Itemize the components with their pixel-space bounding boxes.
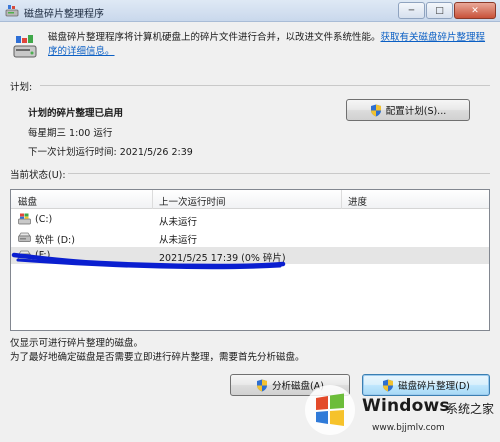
configure-schedule-label: 配置计划(S)... — [385, 106, 447, 117]
watermark-url: www.bjjmlv.com — [372, 423, 445, 433]
schedule-frequency: 每星期三 1:00 运行 — [28, 128, 113, 139]
window-title: 磁盘碎片整理程序 — [24, 9, 104, 20]
column-disk[interactable]: 磁盘 — [18, 194, 37, 208]
schedule-status: 计划的碎片整理已启用 — [28, 108, 124, 119]
description: 磁盘碎片整理程序将计算机硬盘上的碎片文件进行合并，以改进文件系统性能。获取有关磁… — [48, 31, 488, 59]
last-run: 2021/5/25 17:39 (0% 碎片) — [159, 253, 286, 264]
maximize-button[interactable]: □ — [426, 2, 453, 19]
window-controls: ─ □ ✕ — [397, 2, 496, 19]
watermark-cn: 系统之家 — [446, 402, 495, 416]
disk-name: (C:) — [35, 214, 53, 225]
table-row[interactable]: (C:) 从未运行 — [11, 211, 489, 228]
minimize-button[interactable]: ─ — [398, 2, 425, 19]
table-row[interactable]: 软件 (D:) 从未运行 — [11, 229, 489, 246]
footer-note-1: 仅显示可进行碎片整理的磁盘。 — [10, 338, 144, 349]
current-status-label: 当前状态(U): — [10, 170, 66, 181]
last-run: 从未运行 — [159, 235, 198, 246]
description-text: 磁盘碎片整理程序将计算机硬盘上的碎片文件进行合并，以改进文件系统性能。 — [48, 32, 381, 43]
last-run: 从未运行 — [159, 217, 198, 228]
disk-name: (F:) — [35, 250, 51, 261]
disk-name: 软件 (D:) — [35, 235, 75, 246]
disk-table: 磁盘 上一次运行时间 进度 (C:) 从未运行 软件 (D:) 从未运行 (F:… — [10, 189, 490, 331]
windows-logo-icon — [305, 385, 355, 435]
column-separator[interactable] — [152, 190, 153, 209]
schedule-next-run: 下一次计划运行时间: 2021/5/26 2:39 — [28, 147, 193, 158]
footer-note-2: 为了最好地确定磁盘是否需要立即进行碎片整理，需要首先分析磁盘。 — [10, 352, 305, 363]
hard-drive-icon — [18, 232, 31, 242]
column-separator[interactable] — [341, 190, 342, 209]
hard-drive-icon — [18, 250, 31, 260]
status-divider — [68, 173, 490, 174]
defrag-icon — [13, 35, 37, 58]
configure-schedule-button[interactable]: 配置计划(S)... — [346, 99, 470, 121]
title-bar: 磁盘碎片整理程序 ─ □ ✕ — [0, 0, 500, 22]
watermark-brand: Windows — [362, 396, 450, 416]
table-header: 磁盘 上一次运行时间 进度 — [11, 190, 489, 209]
schedule-divider — [40, 85, 490, 86]
uac-shield-icon — [257, 379, 268, 391]
close-button[interactable]: ✕ — [454, 2, 496, 19]
uac-shield-icon — [370, 104, 381, 116]
column-last-run[interactable]: 上一次运行时间 — [159, 194, 226, 208]
watermark: Windows 系统之家 www.bjjmlv.com — [300, 378, 500, 442]
system-drive-icon — [18, 213, 31, 225]
schedule-label: 计划: — [10, 82, 33, 93]
column-progress[interactable]: 进度 — [348, 194, 367, 208]
table-row[interactable]: (F:) 2021/5/25 17:39 (0% 碎片) — [11, 247, 489, 264]
defrag-app-icon — [5, 5, 19, 17]
